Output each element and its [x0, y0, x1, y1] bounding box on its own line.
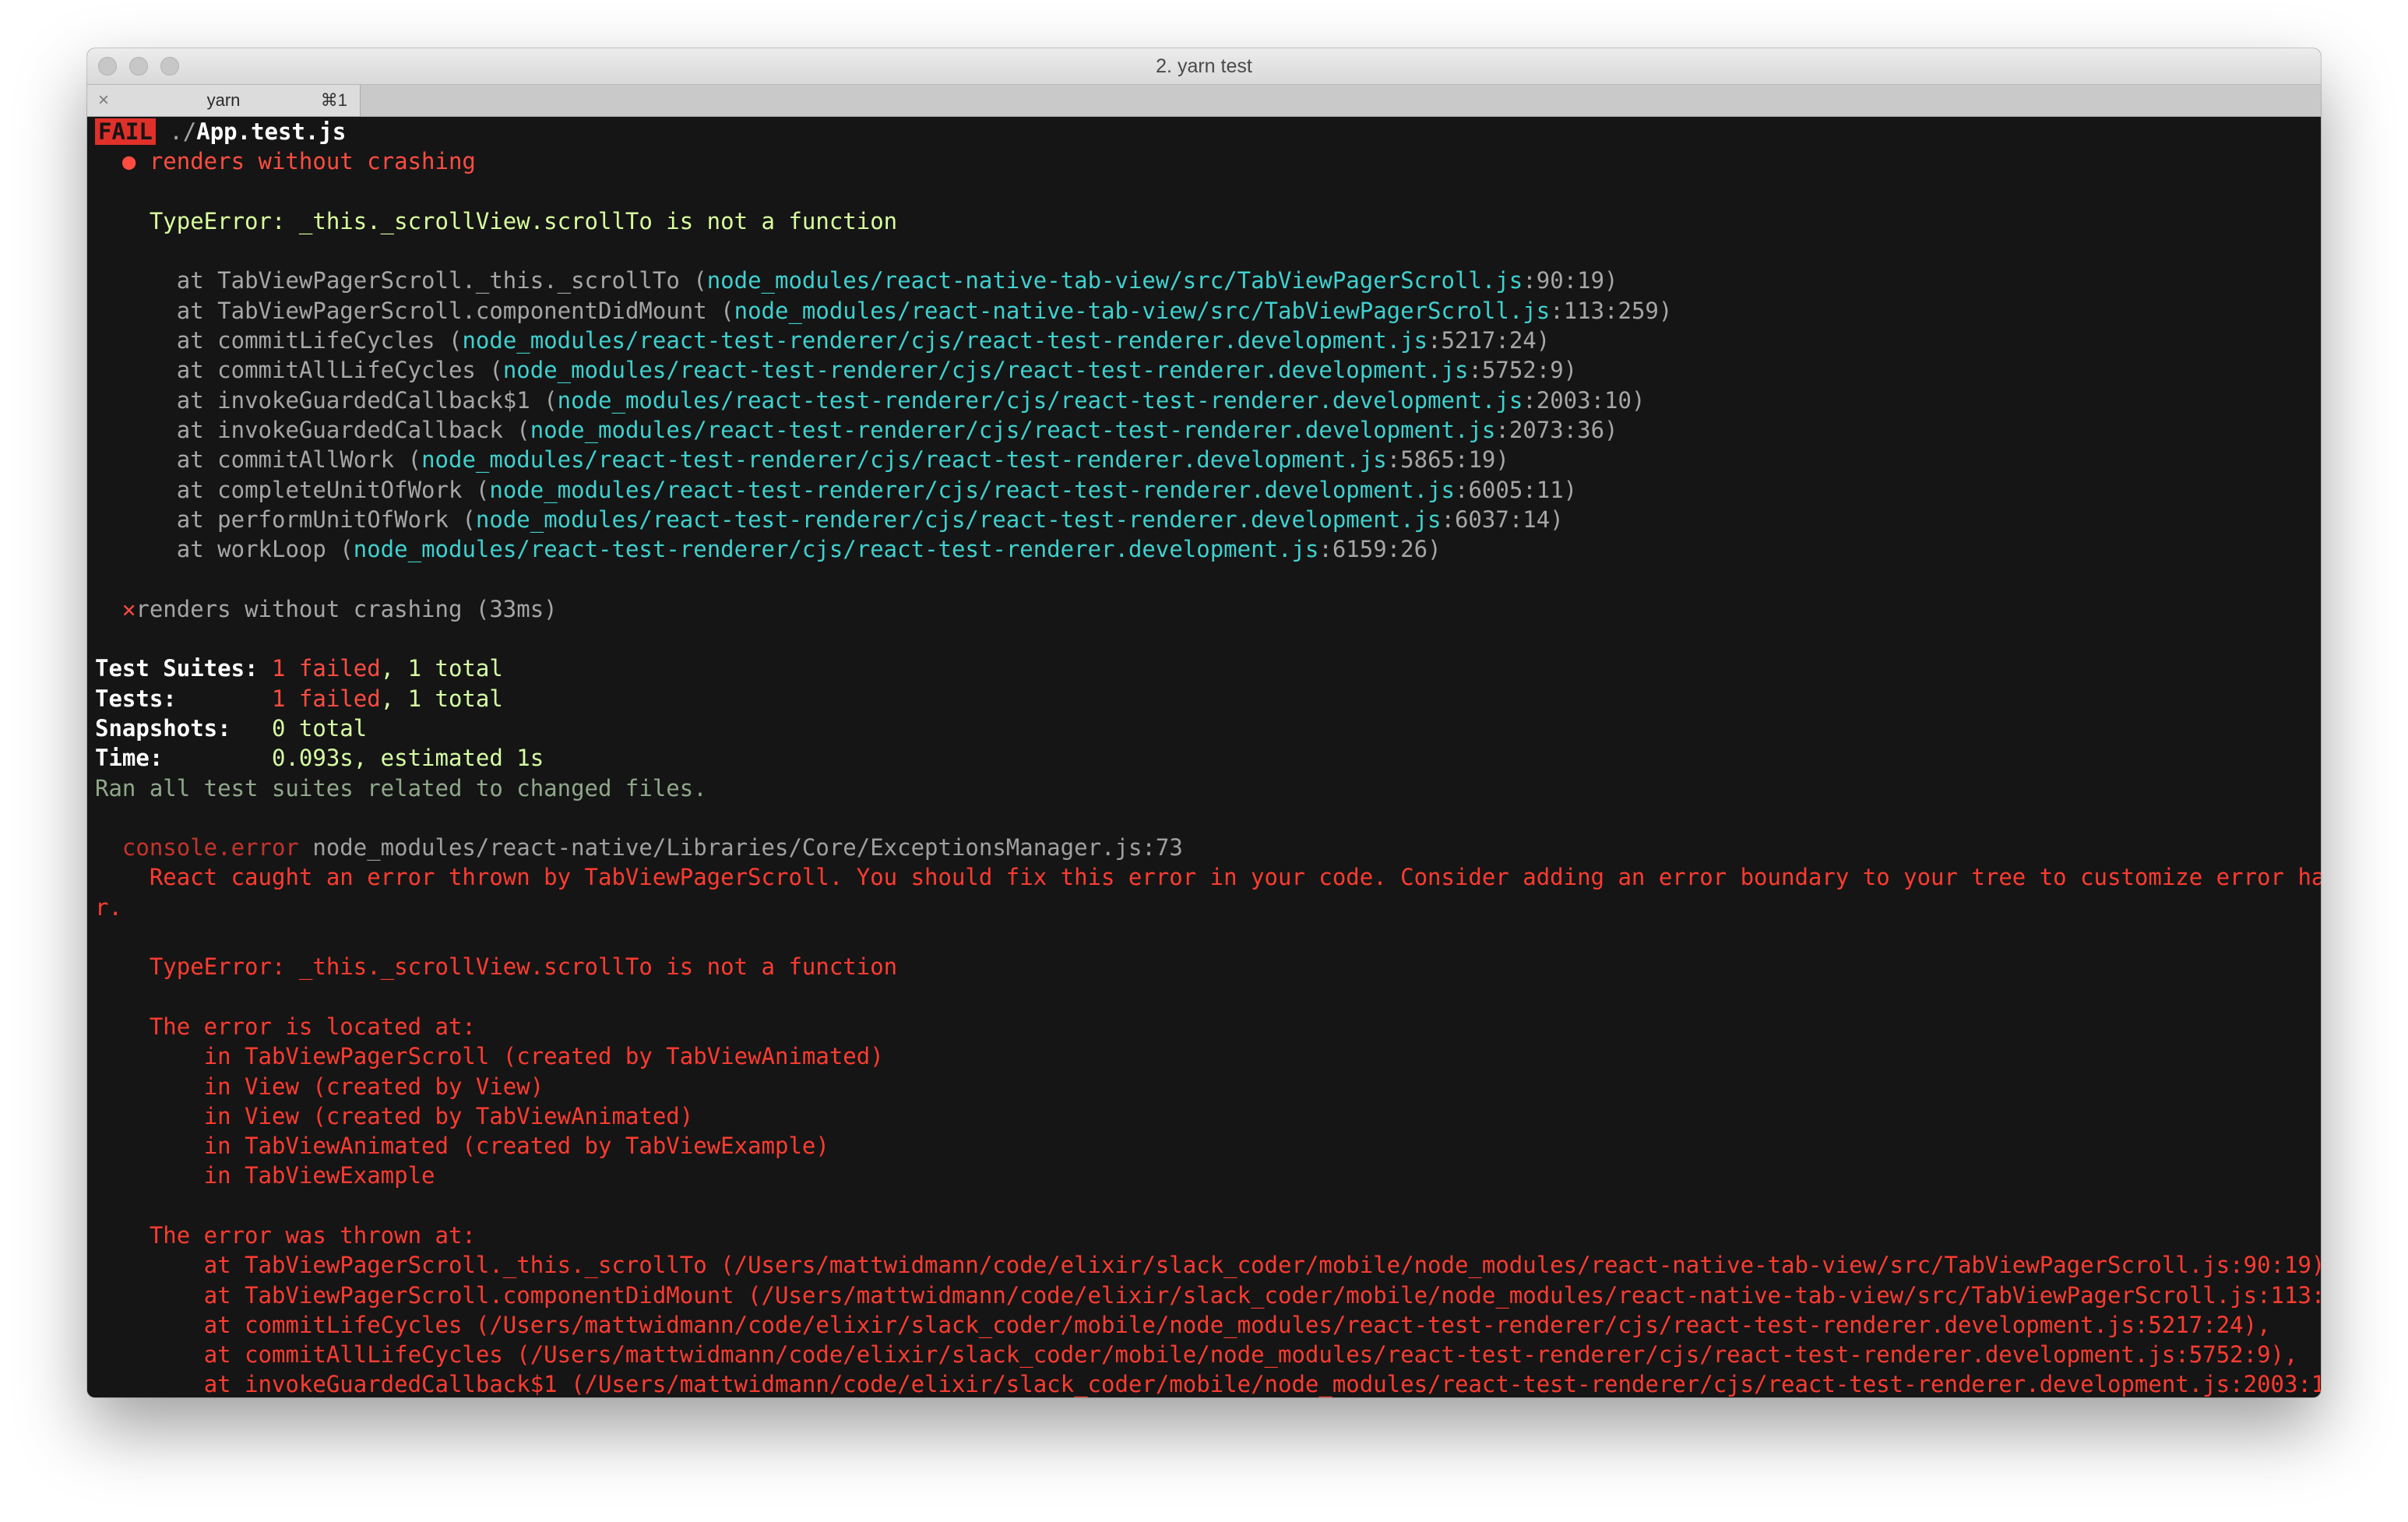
- stack-fn: TabViewPagerScroll.componentDidMount: [217, 297, 707, 324]
- type-error-line: TypeError: _this._scrollView.scrollTo is…: [95, 206, 2321, 236]
- stack-frame: at performUnitOfWork (node_modules/react…: [176, 506, 1564, 533]
- located-item: in View (created by View): [203, 1073, 544, 1100]
- located-list: in TabViewPagerScroll (created by TabVie…: [95, 1041, 2321, 1190]
- stack-fn: performUnitOfWork: [217, 506, 449, 533]
- stack-frame: at commitAllLifeCycles (node_modules/rea…: [176, 357, 1578, 384]
- stack-file[interactable]: node_modules/react-native-tab-view/src/T…: [707, 267, 1523, 294]
- stack-file[interactable]: node_modules/react-test-renderer/cjs/rea…: [421, 446, 1387, 473]
- summary-time: Time: 0.093s, estimated 1s: [95, 745, 544, 772]
- console-error-label: console.error: [121, 834, 299, 861]
- console-error-file: node_modules/react-native/Libraries/Core…: [312, 834, 1183, 861]
- stack-fn: completeUnitOfWork: [217, 476, 463, 503]
- thrown-item: at commitAllLifeCycles (/Users/mattwidma…: [203, 1341, 2298, 1369]
- title-bar[interactable]: 2. yarn test: [87, 48, 2321, 85]
- stack-file[interactable]: node_modules/react-test-renderer/cjs/rea…: [558, 387, 1523, 414]
- type-error-2-line: TypeError: _this._scrollView.scrollTo is…: [149, 953, 898, 981]
- stack-file[interactable]: node_modules/react-test-renderer/cjs/rea…: [503, 357, 1469, 383]
- stack-loc: :5752:9: [1468, 357, 1564, 384]
- window-title: 2. yarn test: [1156, 55, 1252, 77]
- located-item: in TabViewPagerScroll (created by TabVie…: [203, 1043, 884, 1070]
- stack-fn: commitLifeCycles: [217, 327, 435, 354]
- stack-loc: :6159:26: [1318, 536, 1428, 563]
- summary-suites: Test Suites: 1 failed, 1 total: [95, 655, 503, 682]
- thrown-heading: The error was thrown at:: [149, 1221, 476, 1249]
- stack-loc: :113:259: [1550, 297, 1659, 324]
- stack-frame: at workLoop (node_modules/react-test-ren…: [176, 536, 1442, 563]
- stack-file[interactable]: node_modules/react-test-renderer/cjs/rea…: [489, 477, 1455, 503]
- stack-file[interactable]: node_modules/react-native-tab-view/src/T…: [734, 298, 1551, 324]
- stack-frame: at completeUnitOfWork (node_modules/reac…: [176, 476, 1578, 503]
- fail-header-line: FAIL ./App.test.js: [95, 117, 2321, 146]
- stack-fn: workLoop: [217, 536, 326, 563]
- tab-shortcut: ⌘1: [320, 90, 347, 110]
- stack-loc: :2073:36: [1495, 416, 1605, 443]
- fail-result-line: ✕renders without crashing (33ms): [95, 594, 2321, 624]
- thrown-item: at TabViewPagerScroll.componentDidMount …: [203, 1281, 2321, 1309]
- stack-frame: at commitLifeCycles (node_modules/react-…: [176, 327, 1551, 354]
- stack-fn: invokeGuardedCallback$1: [217, 386, 530, 414]
- type-error: TypeError: _this._scrollView.scrollTo is…: [149, 207, 898, 234]
- stack-file[interactable]: node_modules/react-test-renderer/cjs/rea…: [476, 506, 1442, 533]
- fail-badge: FAIL: [95, 118, 156, 145]
- thrown-item: at commitLifeCycles (/Users/mattwidmann/…: [203, 1311, 2271, 1338]
- summary-snapshots: Snapshots: 0 total: [95, 714, 368, 742]
- tab-yarn[interactable]: × yarn ⌘1: [87, 85, 361, 116]
- file-dir: ./: [169, 118, 197, 145]
- stack-loc: :5865:19: [1386, 446, 1496, 474]
- fail-result: renders without crashing (33ms): [136, 595, 558, 622]
- located-item: in TabViewAnimated (created by TabViewEx…: [203, 1133, 829, 1160]
- terminal-output[interactable]: FAIL ./App.test.js ● renders without cra…: [87, 117, 2321, 1397]
- stack-file[interactable]: node_modules/react-test-renderer/cjs/rea…: [354, 536, 1319, 562]
- located-heading: The error is located at:: [149, 1013, 476, 1040]
- located-item: in View (created by TabViewAnimated): [203, 1102, 694, 1129]
- file-name: App.test.js: [196, 118, 347, 145]
- stack-file[interactable]: node_modules/react-test-renderer/cjs/rea…: [530, 417, 1496, 443]
- stack-fn: invokeGuardedCallback: [217, 416, 503, 443]
- console-error-line: console.error node_modules/react-native/…: [95, 833, 2321, 862]
- stack-fn: TabViewPagerScroll._this._scrollTo: [217, 267, 680, 294]
- stack-loc: :6037:14: [1441, 506, 1551, 533]
- thrown-item: at TabViewPagerScroll._this._scrollTo (/…: [203, 1252, 2321, 1279]
- stack-loc: :90:19: [1523, 267, 1605, 294]
- located-item: in TabViewExample: [203, 1162, 435, 1189]
- fail-mark-icon: ✕: [121, 595, 136, 622]
- stack-loc: :2003:10: [1523, 386, 1632, 414]
- ran-all-line: Ran all test suites related to changed f…: [95, 774, 707, 802]
- summary-tests: Tests: 1 failed, 1 total: [95, 685, 503, 712]
- stack-frame: at TabViewPagerScroll.componentDidMount …: [176, 297, 1673, 324]
- thrown-list: at TabViewPagerScroll._this._scrollTo (/…: [95, 1250, 2321, 1397]
- react-caught-line-2: r.: [95, 893, 122, 921]
- stack-frame: at commitAllWork (node_modules/react-tes…: [176, 446, 1509, 474]
- stack-loc: :5217:24: [1428, 327, 1537, 354]
- test-title-line: ● renders without crashing: [95, 146, 2321, 176]
- stack-fn: commitAllLifeCycles: [217, 357, 476, 384]
- stack-frame: at invokeGuardedCallback (node_modules/r…: [176, 416, 1618, 443]
- stack-trace: at TabViewPagerScroll._this._scrollTo (n…: [95, 266, 2321, 564]
- terminal-window: 2. yarn test × yarn ⌘1 FAIL ./App.test.j…: [87, 48, 2321, 1397]
- stack-file[interactable]: node_modules/react-test-renderer/cjs/rea…: [462, 327, 1428, 354]
- stack-loc: :6005:11: [1454, 476, 1564, 503]
- stack-fn: commitAllWork: [217, 446, 395, 474]
- react-caught-line-1: React caught an error thrown by TabViewP…: [149, 864, 2321, 891]
- test-title: ● renders without crashing: [121, 148, 476, 175]
- thrown-item: at invokeGuardedCallback$1 (/Users/mattw…: [203, 1371, 2321, 1397]
- tab-label: yarn: [206, 90, 241, 110]
- stack-frame: at invokeGuardedCallback$1 (node_modules…: [176, 386, 1646, 414]
- stack-frame: at TabViewPagerScroll._this._scrollTo (n…: [176, 267, 1618, 294]
- tab-bar: × yarn ⌘1: [87, 85, 2321, 117]
